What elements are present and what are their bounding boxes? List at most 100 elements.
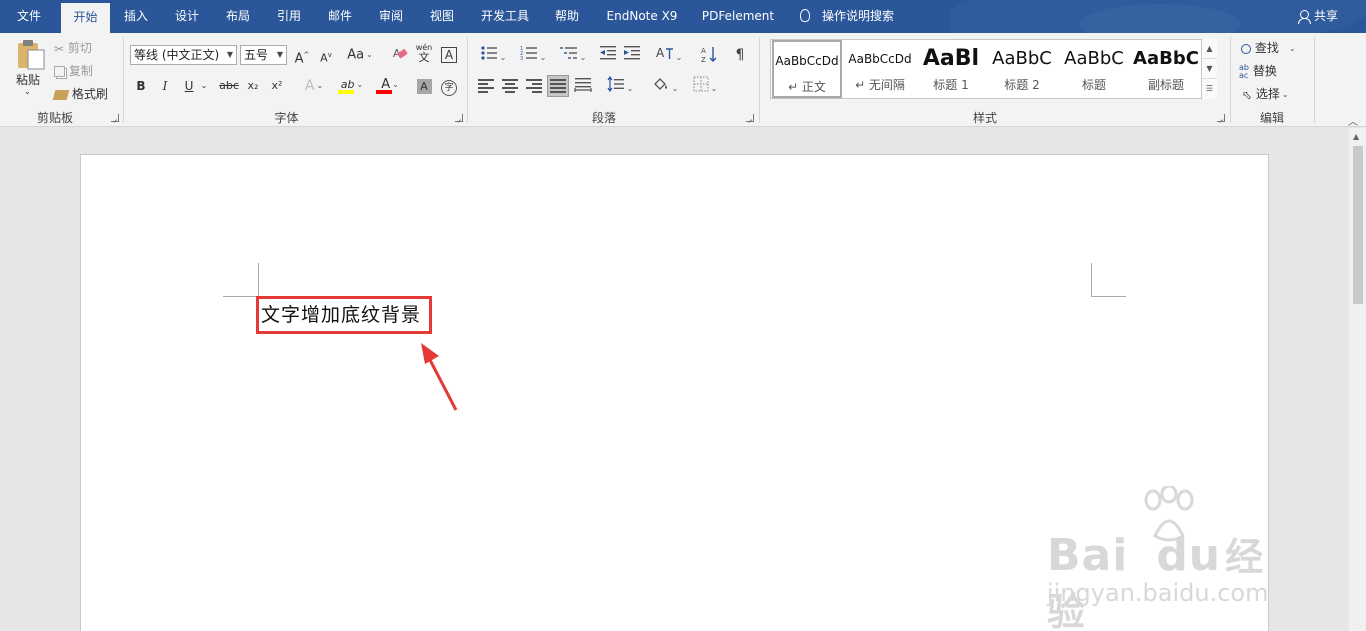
- numbered-list-icon: 123: [520, 46, 537, 62]
- svg-text:A: A: [701, 47, 706, 55]
- justify-button[interactable]: [547, 75, 569, 97]
- document-workspace: 文字增加底纹背景 ▲ Bai du 经验 jingyan.baidu.com: [0, 128, 1366, 631]
- vertical-scrollbar[interactable]: ▲: [1349, 128, 1366, 631]
- text-effects-button[interactable]: A ⌄: [299, 76, 329, 96]
- more-styles-icon[interactable]: ☰: [1202, 79, 1217, 99]
- replace-label: 替换: [1252, 64, 1277, 78]
- tab-file[interactable]: 文件: [0, 0, 58, 33]
- styles-dialog-launcher[interactable]: [1217, 114, 1225, 122]
- line-spacing-button[interactable]: ⌄: [603, 75, 637, 96]
- cursor-arrow-icon: ⬁: [1242, 87, 1253, 102]
- tab-design[interactable]: 设计: [164, 0, 210, 33]
- highlight-color-button[interactable]: ab ⌄: [336, 74, 368, 94]
- format-painter-button[interactable]: 格式刷: [52, 85, 108, 102]
- shading-button[interactable]: ⌄: [648, 76, 682, 96]
- paintbrush-icon: [52, 89, 70, 100]
- increase-indent-button[interactable]: [622, 45, 642, 65]
- align-right-button[interactable]: [524, 76, 544, 96]
- decrease-indent-button[interactable]: [598, 45, 618, 65]
- underline-button[interactable]: U: [179, 76, 199, 96]
- phonetic-guide-button[interactable]: wén 文: [414, 43, 434, 63]
- character-shading-button[interactable]: A: [414, 76, 434, 96]
- borders-button[interactable]: ⌄: [688, 76, 722, 96]
- clipboard-dialog-launcher[interactable]: [111, 114, 119, 122]
- tab-endnote[interactable]: EndNote X9: [595, 0, 689, 33]
- bullet-list-icon: [481, 46, 497, 60]
- superscript-button[interactable]: x²: [267, 76, 287, 96]
- cut-button[interactable]: ✂ 剪切: [54, 39, 92, 56]
- tab-view[interactable]: 视图: [419, 0, 465, 33]
- strikethrough-button[interactable]: abc: [217, 76, 241, 96]
- style-sample: AaBbC: [1064, 48, 1124, 69]
- watermark-brand-suffix: du: [1156, 530, 1222, 581]
- clipboard-group-label: 剪贴板: [36, 111, 73, 125]
- numbering-button[interactable]: 1 2 3 ⌄: [516, 45, 550, 65]
- font-name-value: 等线 (中文正文): [134, 48, 220, 62]
- font-name-select[interactable]: 等线 (中文正文) ▼: [130, 45, 237, 65]
- tab-review[interactable]: 审阅: [368, 0, 414, 33]
- style-subtitle[interactable]: AaBbC 副标题: [1133, 40, 1199, 98]
- italic-button[interactable]: I: [155, 76, 175, 96]
- increase-indent-icon: [624, 46, 640, 60]
- distributed-button[interactable]: [573, 76, 593, 96]
- character-border-icon: A: [441, 47, 457, 63]
- enclose-characters-button[interactable]: 字: [439, 76, 459, 96]
- bullets-button[interactable]: ⌄: [476, 45, 510, 65]
- paste-button[interactable]: 粘贴 ⌄: [10, 39, 48, 103]
- tab-layout[interactable]: 布局: [215, 0, 261, 33]
- shrink-font-icon: A: [320, 51, 328, 65]
- tab-developer[interactable]: 开发工具: [470, 0, 540, 33]
- paragraph-group-label: 段落: [591, 111, 616, 125]
- align-center-button[interactable]: [500, 76, 520, 96]
- subscript-button[interactable]: x₂: [243, 76, 263, 96]
- chevron-down-icon: ⌄: [392, 79, 399, 89]
- tell-me-label: 操作说明搜索: [822, 9, 895, 23]
- style-heading-1[interactable]: AaBl 标题 1: [919, 40, 983, 98]
- style-title[interactable]: AaBbC 标题: [1061, 40, 1127, 98]
- select-button[interactable]: ⬁ 选择 ⌄: [1242, 85, 1289, 102]
- paragraph-dialog-launcher[interactable]: [746, 114, 754, 122]
- tab-home[interactable]: 开始: [61, 3, 110, 33]
- scroll-down-icon[interactable]: ▼: [1202, 59, 1217, 79]
- shrink-font-button[interactable]: Av: [316, 45, 336, 65]
- sort-button[interactable]: AZ: [700, 45, 720, 65]
- change-case-button[interactable]: Aa ⌄: [345, 45, 375, 65]
- tell-me-search[interactable]: 操作说明搜索: [800, 0, 894, 33]
- chevron-down-icon: ⌄: [356, 79, 364, 89]
- replace-button[interactable]: ab ac 替换: [1239, 62, 1277, 80]
- tab-pdfelement[interactable]: PDFelement: [694, 0, 782, 33]
- font-dialog-launcher[interactable]: [455, 114, 463, 122]
- scroll-up-icon[interactable]: ▲: [1353, 132, 1359, 141]
- share-button[interactable]: 共享: [1298, 0, 1338, 33]
- copy-button[interactable]: 复制: [54, 62, 93, 79]
- style-no-spacing[interactable]: AaBbCcDd ↵ 无间隔: [845, 40, 915, 98]
- multilevel-list-button[interactable]: ⌄: [556, 45, 590, 65]
- chevron-down-icon: ⌄: [539, 52, 547, 62]
- chevron-down-icon: ⌄: [316, 81, 324, 90]
- align-left-icon: [478, 79, 494, 93]
- underline-dropdown-icon[interactable]: ⌄: [198, 76, 210, 96]
- styles-group-label: 样式: [972, 111, 997, 125]
- distributed-align-icon: [574, 78, 592, 92]
- collapse-ribbon-icon[interactable]: ︿: [1348, 113, 1358, 128]
- tab-mailings[interactable]: 邮件: [317, 0, 363, 33]
- font-color-swatch: [376, 90, 392, 94]
- character-border-button[interactable]: A: [439, 45, 459, 65]
- bold-button[interactable]: B: [131, 76, 151, 96]
- scrollbar-thumb[interactable]: [1353, 146, 1363, 304]
- style-heading-2[interactable]: AaBbC 标题 2: [989, 40, 1055, 98]
- font-size-select[interactable]: 五号 ▼: [240, 45, 287, 65]
- align-left-button[interactable]: [476, 76, 496, 96]
- style-normal[interactable]: AaBbCcDd ↵ 正文: [772, 40, 842, 98]
- clear-formatting-button[interactable]: A: [390, 45, 410, 65]
- font-group-label: 字体: [274, 111, 299, 125]
- tab-references[interactable]: 引用: [266, 0, 312, 33]
- grow-font-button[interactable]: A^: [292, 45, 312, 66]
- font-color-button[interactable]: A ⌄: [374, 74, 406, 94]
- scroll-up-icon[interactable]: ▲: [1202, 39, 1217, 59]
- chinese-layout-button[interactable]: A ⌄: [652, 45, 686, 65]
- tab-help[interactable]: 帮助: [544, 0, 590, 33]
- show-paragraph-marks-button[interactable]: ¶: [730, 45, 750, 65]
- tab-insert[interactable]: 插入: [113, 0, 159, 33]
- find-button[interactable]: 查找 ⌄: [1241, 39, 1296, 56]
